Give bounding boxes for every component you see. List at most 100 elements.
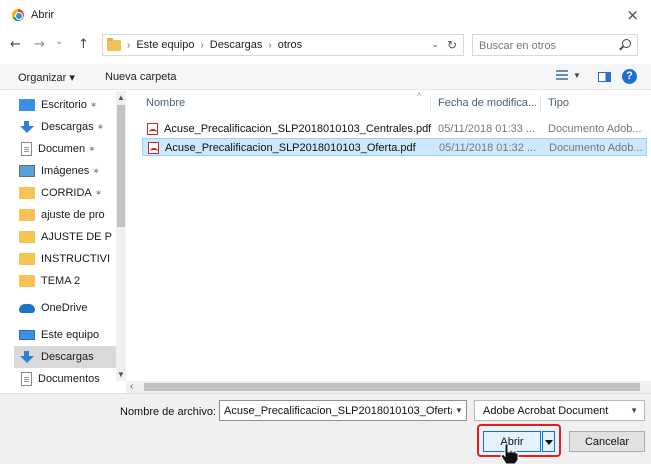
desktop-icon xyxy=(19,99,35,111)
folder-icon xyxy=(19,231,35,243)
sidebar-item-escritorio[interactable]: Escritorio ✶ xyxy=(14,94,126,116)
pin-icon: ✶ xyxy=(96,121,105,132)
file-name: Acuse_Precalificacion_SLP2018010103_Cent… xyxy=(164,123,432,135)
search-icon[interactable] xyxy=(622,39,631,48)
navigation-pane: Escritorio ✶ Descargas ✶ Documen ✶ Imáge… xyxy=(14,91,126,393)
file-list: ^ Nombre Fecha de modifica... Tipo Acuse… xyxy=(134,91,651,381)
pin-icon: ✶ xyxy=(92,165,100,176)
view-options-icon[interactable] xyxy=(556,70,568,82)
column-divider[interactable] xyxy=(430,95,431,111)
help-icon[interactable]: ? xyxy=(622,69,637,84)
pdf-file-icon xyxy=(147,123,158,135)
command-bar: Organizar ▾ Nueva carpeta ▼ ? xyxy=(0,64,651,90)
breadcrumb-separator: › xyxy=(200,39,204,51)
sidebar-item-este-equipo[interactable]: Este equipo xyxy=(14,324,126,346)
file-type: Documento Adob... xyxy=(548,123,642,135)
scrollbar-thumb[interactable] xyxy=(117,105,125,227)
document-icon xyxy=(21,142,32,156)
file-row-selected[interactable]: Acuse_Precalificacion_SLP2018010103_Ofer… xyxy=(142,138,647,156)
breadcrumb-otros[interactable]: otros xyxy=(278,39,302,51)
sidebar-item-label: Documentos xyxy=(38,373,100,385)
hand-cursor-icon xyxy=(500,443,519,464)
close-button[interactable]: × xyxy=(626,6,639,24)
filename-input[interactable] xyxy=(219,400,467,421)
sidebar-item-label: Descargas xyxy=(41,351,94,363)
onedrive-icon xyxy=(19,303,35,313)
sidebar-item-label: Descargas xyxy=(41,121,94,133)
breadcrumb-este-equipo[interactable]: Este equipo xyxy=(136,39,194,51)
pin-icon: ✶ xyxy=(89,99,98,110)
sidebar-item-documentos[interactable]: Documentos xyxy=(14,368,126,390)
refresh-icon[interactable]: ↻ xyxy=(447,38,457,52)
folder-icon xyxy=(107,37,121,51)
sidebar-item-label: INSTRUCTIVI xyxy=(41,253,111,265)
back-button[interactable]: ← xyxy=(10,37,21,52)
preview-pane-icon[interactable] xyxy=(598,72,611,82)
view-dropdown-icon[interactable]: ▼ xyxy=(573,71,581,80)
new-folder-button[interactable]: Nueva carpeta xyxy=(105,71,177,83)
column-header-type[interactable]: Tipo xyxy=(548,97,569,109)
column-header-date[interactable]: Fecha de modifica... xyxy=(438,97,537,109)
search-box[interactable] xyxy=(472,34,638,56)
sidebar-item-onedrive[interactable]: OneDrive xyxy=(14,297,126,319)
download-icon xyxy=(19,121,35,133)
window-title: Abrir xyxy=(31,9,55,21)
file-date: 05/11/2018 01:32 ... xyxy=(439,142,537,154)
file-name: Acuse_Precalificacion_SLP2018010103_Ofer… xyxy=(165,142,416,154)
sidebar-scrollbar[interactable]: ▲ ▼ xyxy=(116,91,126,381)
sidebar-item-label: ajuste de pro xyxy=(41,209,105,221)
sidebar-item-label: Escritorio xyxy=(41,99,87,111)
recent-locations-button[interactable]: ⌄ xyxy=(55,36,63,47)
up-button[interactable]: ↑ xyxy=(78,37,89,52)
sidebar-item-label: Este equipo xyxy=(41,329,100,341)
chevron-down-icon: ▼ xyxy=(630,406,638,415)
sidebar-item-imagenes[interactable]: Imágenes ✶ xyxy=(14,160,126,182)
column-divider[interactable] xyxy=(540,95,541,111)
pin-icon: ✶ xyxy=(94,187,103,198)
computer-icon xyxy=(19,330,35,340)
search-input[interactable] xyxy=(479,38,609,53)
scrollbar-thumb[interactable] xyxy=(144,383,640,391)
sidebar-item-tema-2[interactable]: TEMA 2 xyxy=(14,270,126,292)
breadcrumb-separator: › xyxy=(127,39,131,51)
file-row[interactable]: Acuse_Precalificacion_SLP2018010103_Cent… xyxy=(142,120,647,138)
folder-icon xyxy=(19,253,35,265)
file-type-select[interactable]: Adobe Acrobat Document ▼ xyxy=(474,400,645,421)
sidebar-item-label: CORRIDA xyxy=(41,187,92,199)
scroll-left-icon[interactable]: ‹ xyxy=(130,381,133,392)
sidebar-item-corrida[interactable]: CORRIDA ✶ xyxy=(14,182,126,204)
organize-menu[interactable]: Organizar ▾ xyxy=(18,71,75,84)
filename-dropdown-icon[interactable]: ▼ xyxy=(455,406,463,415)
sidebar-item-label: TEMA 2 xyxy=(41,275,81,287)
scroll-down-icon[interactable]: ▼ xyxy=(117,370,125,379)
pictures-icon xyxy=(19,165,35,177)
sidebar-item-descargas[interactable]: Descargas xyxy=(14,346,126,368)
title-bar: Abrir × xyxy=(0,0,651,30)
sidebar-item-ajuste-de-p[interactable]: AJUSTE DE P xyxy=(14,226,126,248)
cancel-button[interactable]: Cancelar xyxy=(569,431,645,452)
sort-ascending-icon: ^ xyxy=(417,91,422,101)
folder-icon xyxy=(19,275,35,287)
address-dropdown-icon[interactable]: ⌄ xyxy=(431,39,439,50)
horizontal-scrollbar[interactable]: ‹ xyxy=(126,381,651,393)
address-bar[interactable]: › Este equipo › Descargas › otros ⌄ ↻ xyxy=(102,34,464,56)
sidebar-item-label: AJUSTE DE P xyxy=(41,231,112,243)
breadcrumb-separator: › xyxy=(268,39,272,51)
file-date: 05/11/2018 01:33 ... xyxy=(438,123,536,135)
chrome-icon xyxy=(12,9,24,21)
download-icon xyxy=(19,351,35,363)
sidebar-item-instructivo[interactable]: INSTRUCTIVI xyxy=(14,248,126,270)
sidebar-item-documentos-pinned[interactable]: Documen ✶ xyxy=(14,138,126,160)
forward-button[interactable]: → xyxy=(34,37,45,52)
document-icon xyxy=(21,372,32,386)
sidebar-item-ajuste-de-pro[interactable]: ajuste de pro xyxy=(14,204,126,226)
sidebar-item-descargas-pinned[interactable]: Descargas ✶ xyxy=(14,116,126,138)
folder-icon xyxy=(19,209,35,221)
breadcrumb-descargas[interactable]: Descargas xyxy=(210,39,263,51)
column-header-name[interactable]: Nombre xyxy=(146,97,185,109)
open-options-dropdown[interactable] xyxy=(542,431,555,452)
file-type-value: Adobe Acrobat Document xyxy=(483,405,609,417)
sidebar-item-label: Documen xyxy=(38,143,86,155)
scroll-up-icon[interactable]: ▲ xyxy=(117,93,125,102)
file-type: Documento Adob... xyxy=(549,142,643,154)
